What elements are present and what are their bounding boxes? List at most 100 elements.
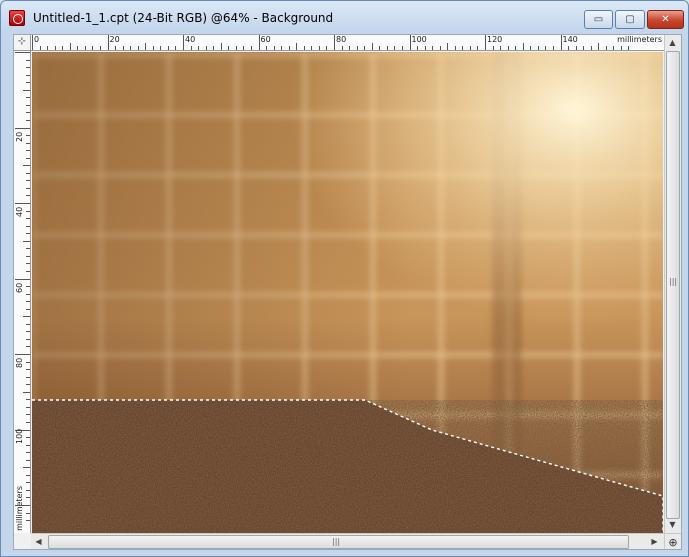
ruler-tick — [39, 46, 41, 50]
ruler-tick — [26, 142, 30, 144]
ruler-tick — [492, 46, 494, 50]
ruler-tick — [334, 35, 335, 50]
ruler-tick — [530, 46, 532, 50]
ruler-tick — [477, 46, 479, 50]
ruler-tick — [26, 187, 30, 189]
ruler-tick — [318, 46, 320, 50]
ruler-tick — [26, 218, 30, 220]
ruler-tick — [469, 46, 471, 50]
ruler-tick — [417, 46, 419, 50]
ruler-tick — [613, 46, 615, 50]
ruler-tick — [23, 89, 30, 91]
ruler-tick — [243, 46, 245, 50]
ruler-label: 20 — [109, 35, 120, 44]
ruler-tick — [462, 46, 464, 50]
ruler-tick — [26, 323, 30, 325]
ruler-tick — [26, 255, 30, 257]
ruler-label: 140 — [562, 35, 578, 44]
ruler-tick — [26, 421, 30, 423]
ruler-tick — [26, 384, 30, 386]
close-button[interactable]: ✕ — [647, 10, 684, 29]
ruler-tick — [99, 46, 101, 50]
window-title: Untitled-1_1.cpt (24-Bit RGB) @64% - Bac… — [33, 11, 334, 25]
ruler-tick — [26, 59, 30, 61]
ruler-tick — [26, 489, 30, 491]
ruler-tick — [26, 157, 30, 159]
ruler-tick — [26, 67, 30, 69]
ruler-tick — [26, 97, 30, 99]
ruler-tick — [620, 46, 622, 50]
ruler-tick — [26, 399, 30, 401]
vertical-scrollbar[interactable]: ▲ ||| ▼ — [664, 35, 681, 533]
ruler-tick — [167, 46, 169, 50]
ruler-tick — [26, 210, 30, 212]
scroll-grip-icon: ||| — [332, 537, 341, 546]
minimize-button[interactable]: ▭ — [584, 10, 613, 29]
ruler-tick — [130, 46, 132, 50]
vertical-ruler-unit: millimeters — [15, 486, 24, 531]
ruler-tick — [47, 46, 49, 50]
ruler-tick — [356, 46, 358, 50]
ruler-tick — [32, 35, 33, 50]
ruler-tick — [281, 46, 283, 50]
scroll-up-arrow[interactable]: ▲ — [665, 35, 680, 50]
ruler-label: 60 — [260, 35, 271, 44]
ruler-tick — [77, 46, 79, 50]
ruler-label: 80 — [15, 357, 24, 368]
ruler-tick — [288, 46, 290, 50]
ruler-tick — [296, 43, 298, 50]
ruler-tick — [258, 35, 260, 50]
ruler-tick — [213, 46, 215, 50]
ruler-tick — [568, 46, 570, 50]
ruler-label: 60 — [15, 282, 24, 293]
ruler-tick — [266, 46, 268, 50]
vertical-scroll-thumb[interactable]: ||| — [666, 51, 680, 519]
ruler-tick — [23, 165, 30, 167]
scroll-down-arrow[interactable]: ▼ — [665, 517, 680, 532]
ruler-label: 40 — [185, 35, 196, 44]
ruler-tick — [326, 46, 328, 50]
ruler-tick — [15, 505, 30, 506]
ruler-label: 120 — [487, 35, 503, 44]
ruler-tick — [26, 520, 30, 522]
ruler-tick — [26, 308, 30, 310]
ruler-tick — [175, 46, 177, 50]
ruler-tick — [26, 444, 30, 446]
ruler-tick — [26, 376, 30, 378]
vertical-ruler[interactable]: millimeters 20 40 60 80 100 — [14, 51, 31, 533]
ruler-tick — [401, 46, 403, 50]
document-image[interactable] — [32, 52, 663, 533]
ruler-tick — [273, 46, 275, 50]
ruler-tick — [92, 46, 94, 50]
ruler-tick — [235, 46, 237, 50]
horizontal-ruler-unit: millimeters — [617, 35, 662, 44]
ruler-label: 100 — [411, 35, 427, 44]
ruler-tick — [26, 331, 30, 333]
scroll-grip-icon: ||| — [669, 277, 678, 286]
horizontal-ruler[interactable]: millimeters 0 20 40 60 80 100 120 140 — [31, 35, 664, 51]
ruler-tick — [26, 361, 30, 363]
maximize-button[interactable]: ▢ — [615, 10, 645, 29]
ruler-tick — [439, 46, 441, 50]
ruler-tick — [183, 35, 184, 50]
scroll-left-arrow[interactable]: ◀ — [31, 534, 46, 549]
ruler-tick — [160, 46, 162, 50]
ruler-tick — [198, 46, 200, 50]
ruler-tick — [26, 135, 30, 137]
navigator-icon[interactable]: ⊕ — [664, 533, 681, 549]
ruler-tick — [485, 35, 486, 50]
ruler-origin-icon[interactable]: ⊹ — [14, 35, 31, 51]
scroll-right-arrow[interactable]: ▶ — [647, 534, 662, 549]
ruler-tick — [26, 346, 30, 348]
ruler-tick — [62, 46, 64, 50]
document-window: Untitled-1_1.cpt (24-Bit RGB) @64% - Bac… — [0, 0, 689, 557]
ruler-tick — [447, 43, 449, 50]
corel-photo-paint-icon[interactable] — [9, 10, 25, 26]
horizontal-scroll-thumb[interactable]: ||| — [48, 535, 629, 549]
horizontal-scrollbar[interactable]: ◀ ||| ▶ — [31, 533, 664, 549]
image-canvas[interactable] — [32, 52, 663, 533]
ruler-tick — [152, 46, 154, 50]
ruler-tick — [26, 497, 30, 499]
title-bar[interactable]: Untitled-1_1.cpt (24-Bit RGB) @64% - Bac… — [1, 1, 688, 34]
ruler-tick — [15, 127, 30, 129]
